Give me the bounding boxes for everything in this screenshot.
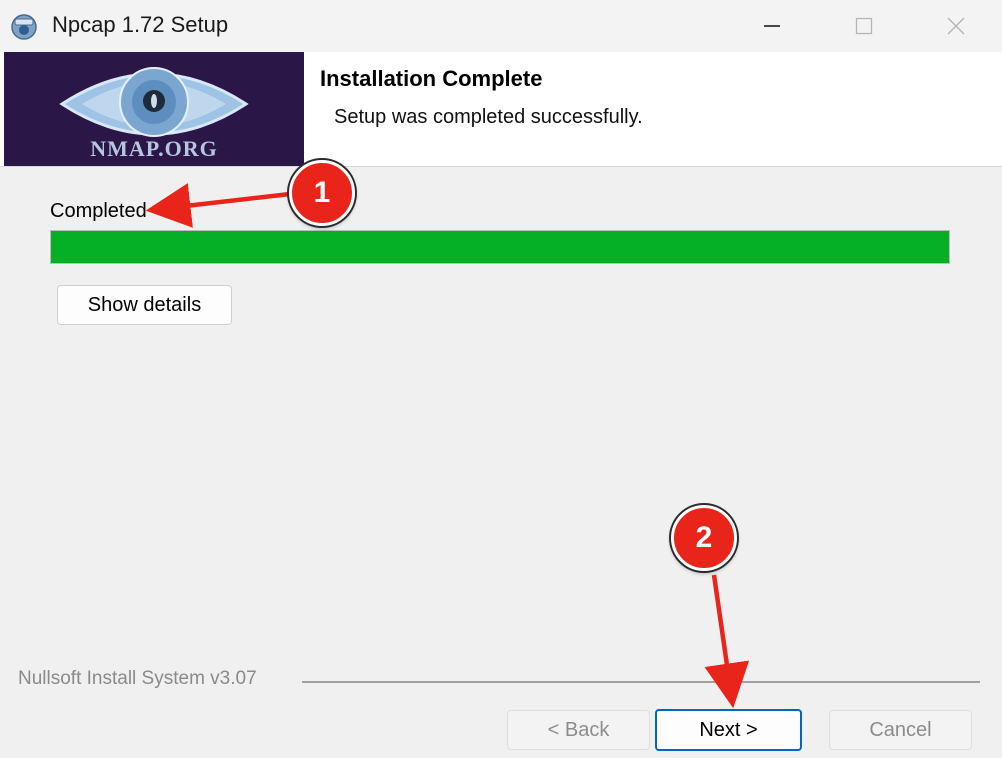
maximize-button	[818, 0, 910, 52]
installer-window: Npcap 1.72 Setup NMAP.ORG Installation C…	[0, 0, 1002, 758]
minimize-button[interactable]	[726, 0, 818, 52]
step-badge-2: 2	[671, 505, 737, 571]
window-title: Npcap 1.72 Setup	[52, 12, 229, 37]
minimize-icon	[764, 25, 780, 27]
npcap-app-icon	[11, 14, 37, 40]
page-title: Installation Complete	[320, 66, 543, 91]
nmap-logo: NMAP.ORG	[4, 52, 304, 166]
close-button	[910, 0, 1002, 52]
show-details-button[interactable]: Show details	[57, 285, 232, 325]
annotation-arrow-1	[145, 183, 291, 228]
progress-fill	[51, 231, 949, 263]
footer-divider	[302, 681, 980, 683]
wizard-header: NMAP.ORG Installation Complete Setup was…	[0, 52, 1002, 166]
title-bar[interactable]: Npcap 1.72 Setup	[0, 0, 1002, 52]
annotation-arrow-2	[704, 574, 750, 709]
cancel-button: Cancel	[829, 710, 972, 750]
status-label: Completed	[50, 200, 147, 222]
page-subtitle: Setup was completed successfully.	[334, 106, 643, 128]
installer-brand: Nullsoft Install System v3.07	[18, 668, 257, 689]
progress-bar	[50, 230, 950, 264]
step-badge-1: 1	[289, 160, 355, 226]
next-button[interactable]: Next >	[655, 709, 802, 751]
logo-text: NMAP.ORG	[90, 136, 218, 161]
header-divider	[0, 166, 1002, 167]
back-button: < Back	[507, 710, 650, 750]
maximize-icon	[855, 17, 873, 35]
close-icon	[947, 17, 965, 35]
